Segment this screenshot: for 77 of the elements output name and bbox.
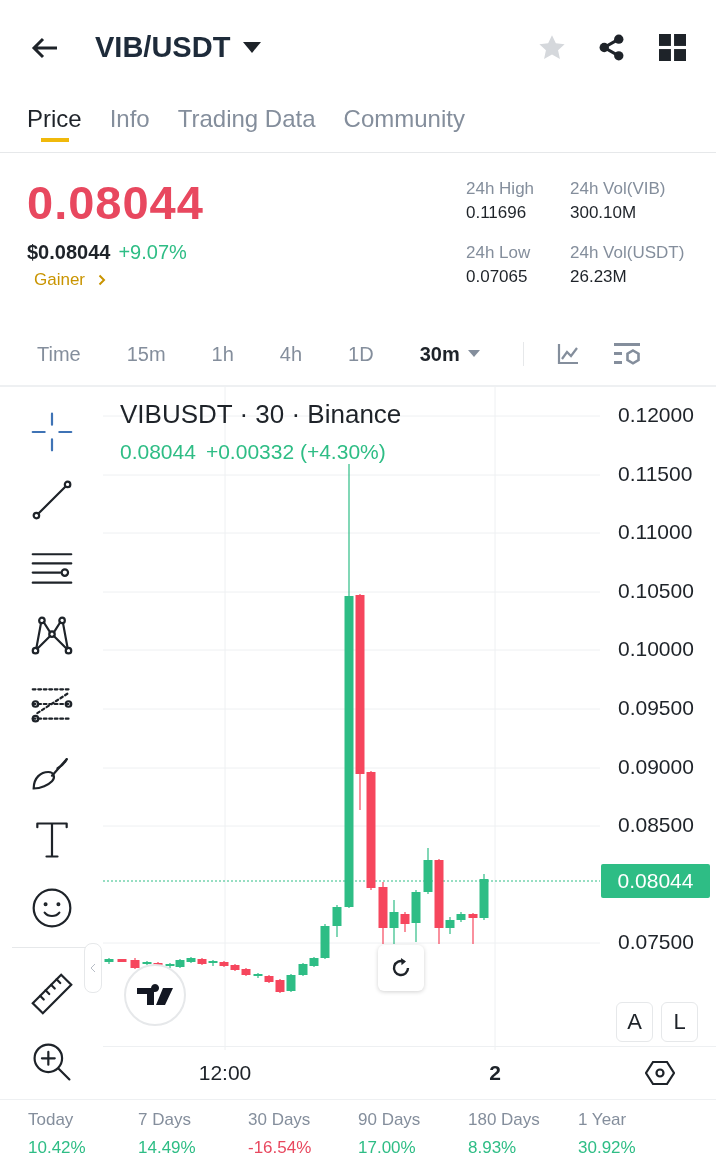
- scale-button[interactable]: L: [661, 1002, 698, 1042]
- star-icon[interactable]: [538, 33, 566, 62]
- tab[interactable]: Trading Data: [177, 95, 316, 142]
- grid-icon[interactable]: [659, 34, 686, 61]
- usd-price: $0.08044: [27, 240, 111, 264]
- period-label: 7 Days: [138, 1110, 192, 1130]
- pattern-icon[interactable]: [29, 614, 74, 658]
- indicator-icon[interactable]: [555, 342, 580, 366]
- price-axis-label: 0.11500: [618, 462, 693, 486]
- candle: [130, 957, 140, 970]
- time-axis-label: 12:00: [198, 1061, 252, 1086]
- stat-value: 0.11696: [466, 203, 528, 223]
- period-change: -16.54%: [248, 1138, 313, 1158]
- interval-tab[interactable]: Time: [37, 342, 81, 366]
- period-label: 30 Days: [248, 1110, 312, 1130]
- period-label: 90 Days: [358, 1110, 422, 1130]
- stat-label: 24h Vol(VIB): [570, 179, 667, 199]
- stat-value: 26.23M: [570, 267, 628, 287]
- gainer-link[interactable]: Gainer: [34, 269, 86, 290]
- interval-tab[interactable]: 15m: [126, 342, 166, 366]
- settings-icon[interactable]: [645, 1060, 675, 1087]
- candle: [298, 962, 308, 977]
- candle: [332, 904, 342, 938]
- price-axis-label: 0.11000: [618, 520, 693, 544]
- logo-icon[interactable]: [123, 963, 187, 1027]
- ruler-icon[interactable]: [29, 972, 74, 1016]
- candle: [286, 973, 296, 993]
- time-axis-label: 2: [489, 1061, 501, 1086]
- period-change: 30.92%: [578, 1138, 637, 1158]
- candle: [117, 958, 127, 963]
- tab[interactable]: Price: [27, 95, 82, 142]
- interval-tab[interactable]: 1D: [348, 342, 374, 366]
- legend-price: 0.08044: [120, 440, 196, 464]
- candle: [104, 957, 114, 965]
- pair-title[interactable]: VIB/USDT: [95, 31, 231, 64]
- candle: [241, 967, 251, 977]
- period-label: Today: [28, 1110, 75, 1130]
- candle: [197, 957, 207, 966]
- legend-change: +0.00332 (+4.30%): [205, 440, 386, 464]
- crosshair-icon[interactable]: [29, 410, 74, 454]
- period-change: 17.00%: [358, 1138, 417, 1158]
- tab[interactable]: Info: [109, 95, 150, 142]
- share-icon[interactable]: [598, 34, 625, 61]
- price-axis-label: 0.10000: [618, 637, 694, 661]
- period-label: 1 Year: [578, 1110, 628, 1130]
- period-change: 14.49%: [138, 1138, 197, 1158]
- price-tag: 0.08044: [601, 864, 710, 898]
- price-axis-label: 0.12000: [618, 403, 694, 427]
- caret-icon[interactable]: [243, 41, 262, 54]
- stat-label: 24h Vol(USDT): [570, 243, 686, 263]
- interval-tab[interactable]: 1h: [211, 342, 234, 366]
- price-axis-label: 0.08500: [618, 813, 694, 837]
- period-change: 10.42%: [28, 1138, 87, 1158]
- price-axis-label: 0.09000: [618, 755, 694, 779]
- period-label: 180 Days: [468, 1110, 541, 1130]
- stat-value: 300.10M: [570, 203, 638, 223]
- price-axis-label: 0.09500: [618, 696, 694, 720]
- interval-tab[interactable]: 4h: [279, 342, 303, 366]
- interval-tab[interactable]: 30m: [419, 342, 460, 366]
- price-change: +9.07%: [118, 240, 187, 264]
- collapse-handle[interactable]: [84, 943, 102, 993]
- scale-button[interactable]: A: [616, 1002, 653, 1042]
- stat-label: 24h High: [466, 179, 536, 199]
- candle: [230, 963, 240, 972]
- chart-settings-icon[interactable]: [611, 342, 642, 366]
- tab[interactable]: Community: [343, 95, 465, 142]
- chevron-icon[interactable]: [98, 273, 107, 286]
- period-change: 8.93%: [468, 1138, 518, 1158]
- stat-label: 24h Low: [466, 243, 532, 263]
- candle: [378, 881, 388, 945]
- stat-value: 0.07065: [466, 267, 529, 287]
- price-axis-label: 0.07500: [618, 930, 694, 954]
- last-price: 0.08044: [27, 177, 205, 229]
- reset-button[interactable]: [378, 945, 424, 991]
- price-axis-label: 0.10500: [618, 579, 694, 603]
- back-icon[interactable]: [30, 35, 60, 60]
- chart-legend: VIBUSDT · 30 · Binance: [120, 399, 402, 430]
